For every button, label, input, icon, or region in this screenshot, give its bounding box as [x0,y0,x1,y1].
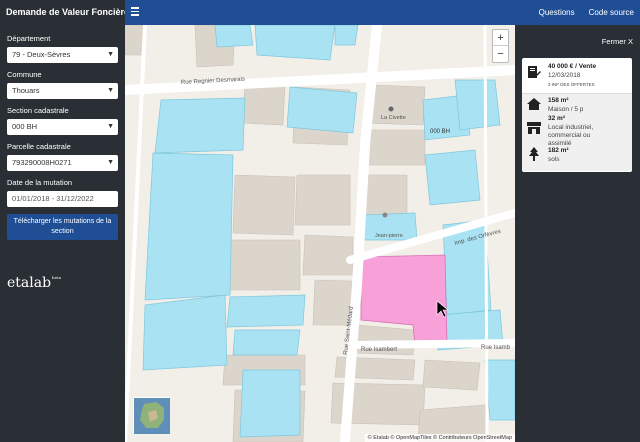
section-value: 000 BH [12,122,38,131]
nav-link-questions[interactable]: Questions [539,0,575,25]
section-label-map: 000 BH [430,129,450,135]
map-canvas[interactable]: Rue Regnier Desmarais Rue Saint-Médard I… [125,25,515,442]
poi-marker-icon [388,106,394,112]
land-type: sols [548,156,560,163]
mutation-summary: 40 000 € / Vente 12/03/2018 2 INF DES OF… [522,58,632,94]
shop-icon [527,122,541,134]
commune-value: Thouars [12,86,40,95]
poi-marker-icon [382,212,388,218]
parcelle-value: 793290008H0271 [12,158,72,167]
cadastral-map[interactable]: Rue Regnier Desmarais Rue Saint-Médard I… [125,25,515,442]
building-type: Maison / 5 p [548,106,584,113]
parcelle-select[interactable]: 793290008H0271 ▼ [7,155,118,171]
departement-select[interactable]: 79 - Deux-Sèvres ▼ [7,47,118,63]
close-panel-button[interactable]: Fermer X [602,37,633,46]
zoom-out-button[interactable]: − [493,46,508,62]
departement-value: 79 - Deux-Sèvres [12,50,71,59]
building-area: 158 m² [548,97,569,104]
local-type: Local industriel, commercial ou assimilé [548,124,594,147]
mutation-details: 158 m² Maison / 5 p 32 m² Local industri… [522,94,632,171]
poi-jean-pierre: Jean-pierre [375,233,403,239]
tree-icon [529,147,539,161]
house-icon [527,98,541,110]
mutation-card[interactable]: 40 000 € / Vente 12/03/2018 2 INF DES OF… [522,58,632,172]
app-brand[interactable]: Demande de Valeur Foncière [0,0,125,25]
nav-link-code-source[interactable]: Code source [589,0,634,25]
parcelle-label: Parcelle cadastrale [7,142,71,151]
commune-select[interactable]: Thouars ▼ [7,83,118,99]
logo-beta: beta [52,275,61,280]
departement-label: Département [7,34,51,43]
commune-label: Commune [7,70,42,79]
top-navbar: Demande de Valeur Foncière Questions Cod… [0,0,640,25]
filter-sidebar: Département 79 - Deux-Sèvres ▼ Commune T… [0,25,125,442]
mutation-parcels-note: 2 INF DES OFFERTES [548,82,595,87]
chevron-down-icon: ▼ [107,159,114,166]
zoom-in-button[interactable]: + [493,30,508,46]
menu-icon[interactable] [131,7,139,18]
nav-links: Questions Code source [539,0,634,25]
chevron-down-icon: ▼ [107,87,114,94]
street-label-isambert-2: Rue Isamb [481,345,511,351]
mutation-panel: Fermer X 40 000 € / Vente 12/03/2018 2 I… [515,25,640,442]
section-label: Section cadastrale [7,106,69,115]
etalab-logo[interactable]: etalabbeta [7,275,61,291]
minimap-france-icon [134,398,170,434]
mutation-price: 40 000 € / Vente [548,63,597,70]
street-label-isambert: Rue Isambert [361,347,397,353]
poi-la-civette: La Civette [381,115,406,121]
map-attribution[interactable]: © Etalab © OpenMapTiles © Contributeurs … [364,434,515,442]
date-label: Date de la mutation [7,178,73,187]
chevron-down-icon: ▼ [107,123,114,130]
download-button[interactable]: Télécharger les mutations de la section [7,214,118,240]
zoom-control: + − [492,29,509,63]
section-select[interactable]: 000 BH ▼ [7,119,118,135]
logo-text: etalab [7,275,52,291]
mutation-date: 12/03/2018 [548,72,581,79]
local-area: 32 m² [548,115,565,122]
land-area: 182 m² [548,147,569,154]
contract-icon [528,66,541,78]
minimap[interactable] [133,397,170,434]
date-range-input[interactable]: 01/01/2018 - 31/12/2022 [7,191,118,207]
chevron-down-icon: ▼ [107,51,114,58]
